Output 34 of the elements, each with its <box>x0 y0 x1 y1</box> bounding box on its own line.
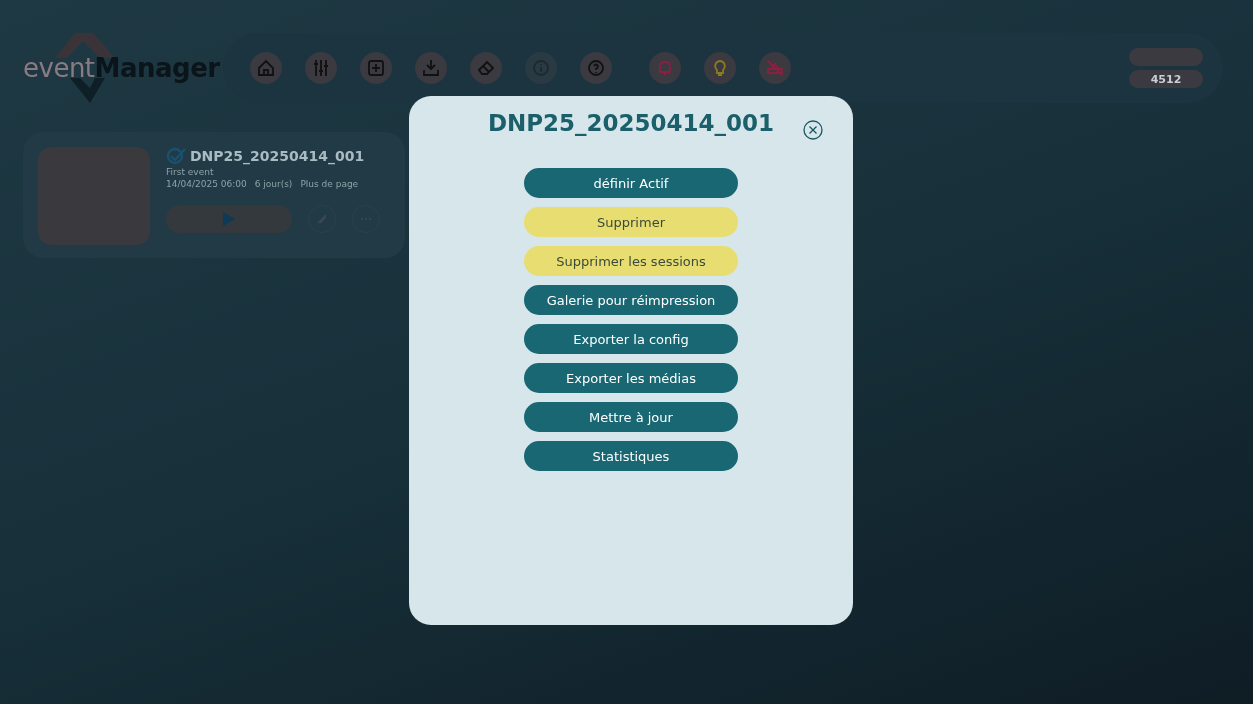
nav-button[interactable] <box>305 52 337 84</box>
event-title: DNP25_20250414_001 <box>190 148 365 164</box>
nav-button[interactable] <box>649 52 681 84</box>
nav-button[interactable] <box>580 52 612 84</box>
nav-button[interactable] <box>360 52 392 84</box>
action-button[interactable]: Supprimer <box>524 207 738 237</box>
event-date: 14/04/2025 06:00 <box>166 179 247 189</box>
action-button[interactable]: Supprimer les sessions <box>524 246 738 276</box>
eraser-icon <box>476 58 496 78</box>
nav-button[interactable] <box>704 52 736 84</box>
nav-button[interactable] <box>250 52 282 84</box>
sliders-icon <box>311 58 331 78</box>
help-icon <box>586 58 606 78</box>
download-icon <box>421 58 441 78</box>
play-icon <box>223 212 235 226</box>
home-icon <box>256 58 276 78</box>
nav-button[interactable] <box>470 52 502 84</box>
pencil-icon <box>316 213 328 225</box>
action-button[interactable]: définir Actif <box>524 168 738 198</box>
dialog-title: DNP25_20250414_001 <box>487 110 775 136</box>
action-button[interactable]: Exporter la config <box>524 324 738 354</box>
close-button[interactable] <box>803 120 823 140</box>
plus-square-icon <box>366 58 386 78</box>
action-button[interactable]: Mettre à jour <box>524 402 738 432</box>
action-button[interactable]: Statistiques <box>524 441 738 471</box>
event-pages: Plus de page <box>300 179 359 189</box>
event-subtitle: First event <box>166 167 215 177</box>
action-button[interactable]: Exporter les médias <box>524 363 738 393</box>
nav-button[interactable] <box>759 52 791 84</box>
play-button[interactable] <box>166 205 292 233</box>
nav-button[interactable] <box>415 52 447 84</box>
action-button[interactable]: Galerie pour réimpression <box>524 285 738 315</box>
event-duration: 6 jour(s) <box>254 179 293 189</box>
counter-pill: 4512 <box>1129 70 1203 88</box>
